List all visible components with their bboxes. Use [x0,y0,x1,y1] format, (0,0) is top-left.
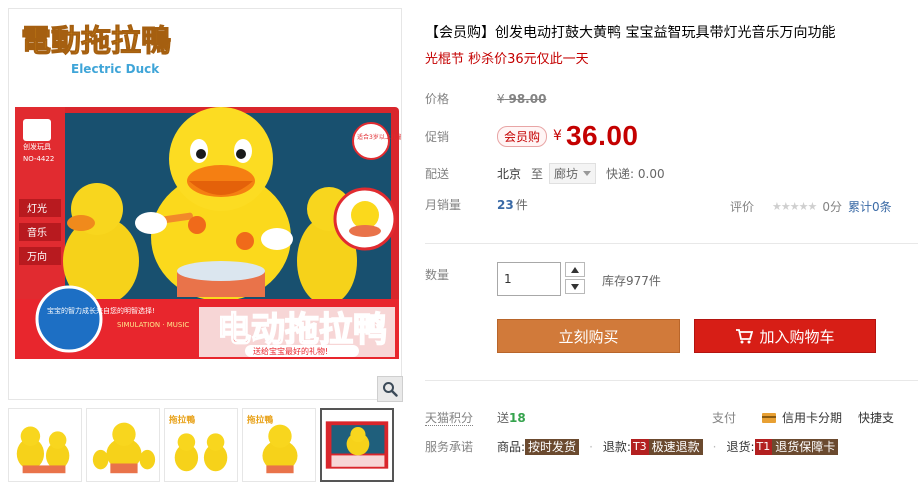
buy-now-label: 立刻购买 [558,327,619,346]
fast-refund-tag[interactable]: 极速退款 [648,438,703,455]
magnifier-icon [383,382,398,397]
product-title: 【会员购】创发电动打鼓大黄鸭 宝宝益智玩具带灯光音乐万向功能 [425,25,836,41]
main-product-image[interactable]: 電動拖拉鴨 Electric Duck 创发玩具 NO-4422 灯光 音乐 万… [8,8,402,400]
promo-row: 促销 会员购 ¥ 36.00 [425,120,639,152]
price-label: 价格 [425,92,450,106]
return-label: 退货: [726,440,755,454]
svg-text:创发玩具: 创发玩具 [23,142,51,151]
chevron-down-icon [571,283,579,290]
separator-dot: · [712,439,717,454]
sales-row: 月销量 23 件 [425,196,528,213]
rating-score: 0分 [822,200,842,214]
product-page: 電動拖拉鴨 Electric Duck 创发玩具 NO-4422 灯光 音乐 万… [0,0,918,493]
logo-subtext: Electric Duck [71,62,160,76]
fast-pay-link[interactable]: 快捷支 [858,409,894,426]
add-to-cart-label: 加入购物车 [759,327,835,346]
service-row: 服务承诺 商品: 按时发货 · 退款: T3 极速退款 · 退货: T1 退货保障卡 [425,438,839,455]
payment-label: 支付 [712,411,737,425]
points-label[interactable]: 天猫积分 [425,411,474,426]
return-guarantee-tag[interactable]: 退货保障卡 [772,438,839,455]
refund-t3-badge: T3 [630,438,649,455]
quantity-input[interactable] [497,262,561,296]
svg-text:音乐: 音乐 [27,226,47,239]
service-label: 服务承诺 [425,440,474,454]
thumb-1[interactable] [8,408,82,482]
thumb-2[interactable] [86,408,160,482]
divider [425,380,918,381]
sales-count[interactable]: 23 [497,198,514,212]
payment-row: 支付 信用卡分期 快捷支 [712,409,894,426]
promo-label: 促销 [425,129,450,144]
promo-price: 36.00 [565,120,639,151]
goods-label: 商品: [497,440,526,454]
ship-to-value: 廊坊 [554,167,579,181]
thumb-3[interactable]: 拖拉鴨 [164,408,238,482]
chevron-up-icon [571,266,579,273]
credit-card-icon [762,412,777,423]
svg-text:送给宝宝最好的礼物!: 送给宝宝最好的礼物! [253,346,328,356]
add-to-cart-button[interactable]: 加入购物车 [694,319,876,353]
stock-count: 库存977件 [602,274,661,288]
svg-text:NO-4422: NO-4422 [23,155,54,163]
shipping-fee: 快递: 0.00 [606,167,665,181]
rating-label: 评价 [730,200,755,214]
increase-button[interactable] [565,262,585,277]
ship-to-word: 至 [531,167,544,181]
product-photo: 電動拖拉鴨 Electric Duck 创发玩具 NO-4422 灯光 音乐 万… [15,24,402,359]
divider [425,243,918,244]
sales-unit: 件 [515,198,528,212]
original-price: ¥ 98.00 [497,91,547,106]
rating-block: 评价 ★★★★★ 0分 累计0条 [730,198,892,215]
chevron-down-icon [583,171,592,176]
ship-to-select[interactable]: 廊坊 [549,163,597,184]
separator-dot: · [589,439,593,454]
cart-icon [736,329,754,344]
svg-text:电动拖拉鸭: 电动拖拉鸭 [217,310,387,350]
svg-text:拖拉鴨: 拖拉鴨 [169,414,195,426]
return-t1-badge: T1 [754,438,773,455]
points-value: 18 [509,410,526,425]
svg-text:灯光: 灯光 [27,202,47,215]
svg-text:SIMULATION · MUSIC: SIMULATION · MUSIC [117,321,189,329]
svg-text:适合3岁以上儿童: 适合3岁以上儿童 [357,133,402,141]
sales-label: 月销量 [425,198,462,212]
shipping-label: 配送 [425,167,450,181]
decrease-button[interactable] [565,279,585,294]
quantity-label-row: 数量 [425,266,497,283]
installment-link[interactable]: 信用卡分期 [782,409,842,426]
thumbnail-strip: 拖拉鴨 拖拉鴨 [8,402,402,488]
quantity-stepper [565,262,585,294]
thumb-4[interactable]: 拖拉鴨 [242,408,316,482]
quantity-label: 数量 [425,268,450,282]
review-count-link[interactable]: 累计0条 [848,198,892,215]
points-row: 天猫积分 送 18 [425,409,526,426]
svg-text:拖拉鴨: 拖拉鴨 [247,414,273,426]
thumb-5[interactable] [320,408,394,482]
ship-from: 北京 [497,167,522,181]
price-row: 价格 ¥ 98.00 [425,90,546,107]
member-badge: 会员购 [497,125,548,147]
points-send: 送 [497,411,510,425]
buy-now-button[interactable]: 立刻购买 [497,319,680,353]
zoom-button[interactable] [377,376,403,402]
logo-text: 電動拖拉鴨 [21,24,171,59]
svg-text:宝宝的智力成长来自您的明智选择!: 宝宝的智力成长来自您的明智选择! [47,306,155,315]
product-subtitle: 光棍节 秒杀价36元仅此一天 [425,52,589,67]
star-rating-icon: ★★★★★ [772,200,817,213]
svg-text:万向: 万向 [27,250,47,263]
promo-currency: ¥ [553,128,562,144]
refund-label: 退款: [602,440,631,454]
shipping-row: 配送 北京 至 廊坊 快递: 0.00 [425,163,665,184]
ontime-delivery-tag[interactable]: 按时发货 [525,438,580,455]
